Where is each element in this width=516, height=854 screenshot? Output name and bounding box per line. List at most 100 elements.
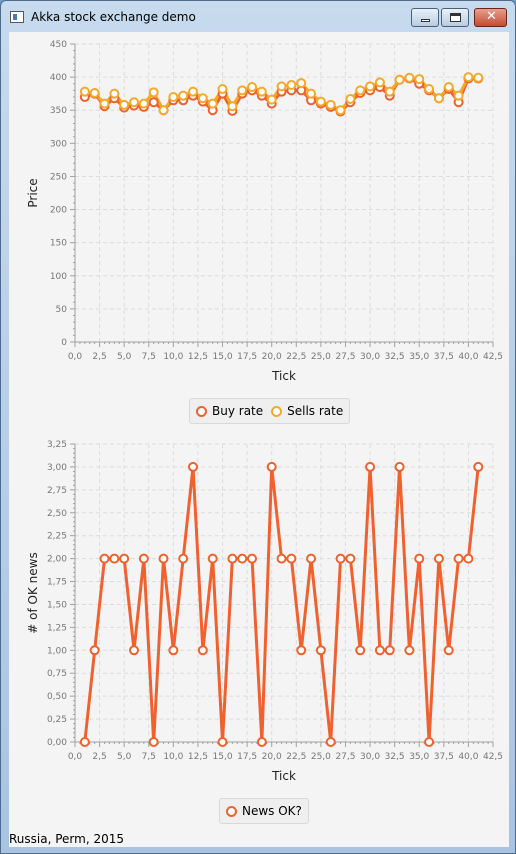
minimize-button[interactable] [411,8,439,27]
y-tick-label: 1,75 [47,578,67,588]
x-tick-label: 20,0 [262,752,282,762]
data-point [424,84,435,95]
y-tick-label: 50 [56,305,68,315]
legend-label: Buy rate [212,404,264,418]
x-tick-label: 40,0 [458,752,478,762]
y-tick-label: 2,00 [47,555,67,565]
data-point [315,96,326,107]
x-tick-label: 0,0 [68,752,83,762]
y-tick-label: 1,00 [47,646,67,656]
maximize-button[interactable] [441,8,469,27]
data-point [365,461,376,472]
chart-plot-area: 0,0 2,5 5,0 7,5 10,0 12,5 15,0 17,5 20,0 22,5 25,0… [26,440,503,783]
x-tick-label: 27,5 [335,752,355,762]
data-point [276,81,287,92]
x-tick-label: 17,5 [237,752,257,762]
maximize-icon [450,13,461,22]
x-tick-label: 5,0 [117,752,132,762]
data-point [89,645,100,656]
data-point [237,85,248,96]
data-point [148,737,159,747]
data-point [217,737,228,747]
data-point [89,88,100,99]
data-point [463,553,474,564]
y-tick-label: 450 [50,40,67,50]
data-point [129,97,140,108]
legend-symbol [226,805,237,817]
y-tick-label: 3,00 [47,463,67,473]
data-point [148,87,159,98]
data-point [148,97,159,108]
data-point [247,553,258,564]
y-tick-label: 0 [61,338,67,348]
title-bar[interactable]: Akka stock exchange demo ✕ [1,1,515,31]
x-tick-label: 27,5 [335,352,355,362]
x-tick-label: 12,5 [188,352,208,362]
data-point [207,553,218,564]
data-point [138,98,149,109]
news-chart-legend: News OK? [219,798,309,824]
x-axis-label: Tick [271,769,296,783]
data-point [424,737,435,747]
x-tick-label: 32,5 [385,352,405,362]
data-point [404,645,415,656]
data-point [266,461,277,472]
data-point [178,90,189,101]
y-tick-label: 2,50 [47,509,67,519]
x-tick-label: 15,0 [213,352,233,362]
data-point [286,80,297,91]
data-point [109,88,120,99]
x-tick-label: 25,0 [311,352,331,362]
data-point [335,553,346,564]
x-tick-label: 30,0 [360,752,380,762]
legend-label: Sells rate [287,404,344,418]
data-point [119,99,130,110]
x-tick-label: 22,5 [286,752,306,762]
data-point [168,91,179,102]
data-point [443,82,454,93]
data-point [433,93,444,104]
x-tick-label: 10,0 [163,352,183,362]
footer-text: Russia, Perm, 2015 [9,832,124,846]
data-point [365,81,376,92]
legend-item: Buy rate [196,404,263,418]
data-point [335,105,346,116]
data-point [345,93,356,104]
legend-label: News OK? [242,804,302,818]
x-tick-label: 15,0 [213,752,233,762]
x-tick-label: 35,0 [409,352,429,362]
x-tick-label: 10,0 [163,752,183,762]
data-point [158,553,169,564]
x-tick-label: 25,0 [311,752,331,762]
data-point [394,461,405,472]
x-tick-label: 37,5 [434,352,454,362]
data-point [374,77,385,88]
x-tick-label: 20,0 [262,352,282,362]
data-point [158,105,169,116]
y-tick-label: 3,25 [47,440,67,450]
data-point [473,461,484,472]
data-point [443,645,454,656]
data-point [433,553,444,564]
legend-item: News OK? [226,804,302,818]
app-icon [10,11,24,23]
data-point [384,645,395,656]
x-tick-label: 17,5 [237,352,257,362]
x-axis-label: Tick [271,369,296,383]
y-tick-label: 200 [50,206,67,216]
y-tick-label: 1,25 [47,623,67,633]
data-point [109,553,120,564]
data-point [227,553,238,564]
y-tick-label: 300 [50,139,67,149]
close-button[interactable]: ✕ [474,8,507,27]
y-axis-label: Price [26,178,40,207]
data-point [256,737,267,747]
data-point [138,553,149,564]
data-point [237,553,248,564]
close-icon: ✕ [486,9,497,24]
data-point [296,645,307,656]
x-tick-label: 7,5 [142,352,156,362]
data-point [463,72,474,83]
data-point [414,553,425,564]
data-point [315,645,326,656]
